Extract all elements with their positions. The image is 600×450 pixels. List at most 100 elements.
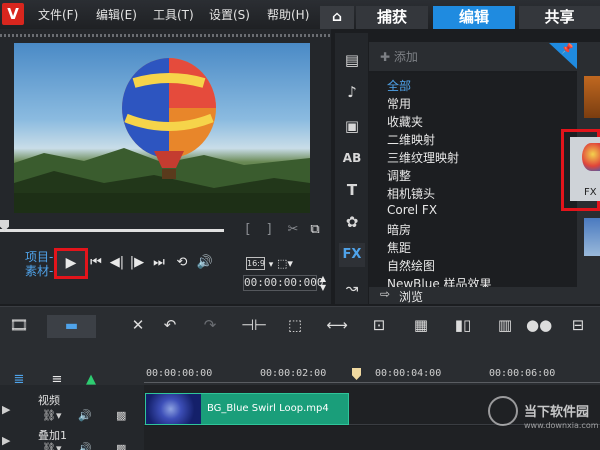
storyboard-view-icon[interactable]: 🎞 (8, 316, 30, 334)
clip-mode-label[interactable]: 素材- (25, 262, 53, 279)
category-item[interactable]: 二维映射 (387, 131, 435, 148)
tab-home[interactable]: ⌂ (320, 6, 354, 29)
menu-settings[interactable]: 设置(S) (209, 6, 250, 23)
preview-window[interactable] (14, 43, 310, 213)
crop-icon[interactable]: ⬚▾ (276, 254, 294, 274)
subtitle-editor-icon[interactable]: ▥ (494, 316, 516, 334)
watermark-text: 当下软件园 (524, 405, 590, 420)
track-name: 叠加1 (38, 429, 67, 442)
volume-icon[interactable]: 🔊 (196, 253, 214, 273)
title-icon[interactable]: T (339, 178, 365, 202)
category-item[interactable]: 收藏夹 (387, 113, 423, 130)
ruler-label: 00:00:00:00 (146, 368, 213, 379)
end-icon[interactable]: ⏭ (152, 253, 166, 273)
add-label: 添加 (393, 50, 418, 64)
home-icon: ⌂ (331, 9, 343, 25)
track-name: 视频 (38, 394, 60, 407)
browse-label: 浏览 (399, 290, 424, 304)
category-item[interactable]: 常用 (387, 95, 411, 112)
transition-icon[interactable]: AB (339, 146, 365, 170)
aspect-ratio-button[interactable]: 16:9 (246, 257, 265, 270)
category-item[interactable]: 暗房 (387, 221, 411, 238)
track-manager-icon[interactable]: ⊡ (368, 316, 390, 334)
category-item[interactable]: 全部 (387, 77, 411, 94)
next-frame-icon[interactable]: |▶ (129, 253, 145, 273)
tools-icon[interactable]: ✕ (127, 316, 149, 334)
timeline-view-icon: ▬ (64, 318, 79, 334)
category-item[interactable]: Corel FX (387, 203, 437, 217)
enlarge-preview-icon[interactable]: ⧉ (307, 220, 323, 240)
record-capture-icon[interactable]: ⊣⊢ (241, 316, 267, 334)
effect-thumbnail-label: FX (584, 187, 597, 198)
preview-frame (14, 58, 310, 213)
multi-camera-icon[interactable]: ▦ (410, 316, 432, 334)
media-icon[interactable]: ▤ (339, 48, 365, 72)
aspect-dropdown-icon[interactable]: ▾ (266, 255, 276, 275)
fx-icon[interactable]: FX (339, 243, 365, 267)
category-item[interactable]: 相机镜头 (387, 185, 435, 202)
menu-tools[interactable]: 工具(T) (153, 6, 194, 23)
effect-thumbnail[interactable] (584, 76, 600, 118)
graphic-icon[interactable]: ✿ (339, 210, 365, 234)
video-editor-window: V 文件(F) 编辑(E) 工具(T) 设置(S) 帮助(H) ⌂ 捕获 编辑 … (0, 0, 600, 450)
ruler-label: 00:00:02:00 (260, 368, 327, 379)
timecode-stepper[interactable]: ▲ ▼ (318, 274, 328, 292)
clip-name: BG_Blue Swirl Loop.mp4 (207, 403, 329, 414)
undo-icon[interactable]: ↶ (159, 316, 181, 334)
ruler-label: 00:00:06:00 (489, 368, 556, 379)
video-track-icon: ▶ (2, 403, 11, 416)
play-button[interactable]: ▶ (54, 248, 88, 279)
repeat-icon[interactable]: ⟲ (173, 253, 191, 273)
previous-frame-icon[interactable]: ◀| (109, 253, 125, 273)
tab-capture[interactable]: 捕获 (356, 6, 428, 29)
panel-grip[interactable] (0, 34, 331, 37)
category-item[interactable]: 调整 (387, 167, 411, 184)
category-item[interactable]: 三维纹理映射 (387, 149, 459, 166)
track-grid-icon[interactable]: ▩ (116, 442, 126, 450)
clip-thumbnail (146, 394, 201, 424)
track-volume-icon[interactable]: 🔊 (78, 409, 92, 422)
scrub-bar[interactable] (0, 229, 224, 232)
play-icon: ▶ (65, 255, 77, 271)
watermark-logo (488, 396, 518, 426)
motion-tracking-icon[interactable]: ●● (526, 316, 552, 334)
add-button[interactable]: ✚ 添加 (380, 48, 418, 65)
menu-help[interactable]: 帮助(H) (267, 6, 309, 23)
category-item[interactable]: NewBlue 样品效果 (387, 275, 492, 287)
instant-project-icon[interactable]: ▣ (339, 114, 365, 138)
browse-icon: ⇨ (380, 287, 391, 301)
overlay-track-icon: ▶ (2, 434, 11, 447)
pin-icon: 📌 (561, 44, 574, 55)
category-item[interactable]: 焦距 (387, 239, 411, 256)
effect-thumbnail[interactable] (584, 218, 600, 256)
track-volume-icon[interactable]: 🔊 (78, 442, 92, 450)
app-logo: V (2, 3, 24, 25)
timecode-display[interactable]: 00:00:00:000 (243, 275, 323, 291)
home-start-icon[interactable]: ⏮ (89, 253, 103, 273)
link-icon[interactable]: ⛓▾ (42, 442, 62, 450)
fit-project-icon[interactable]: ⬚ (284, 316, 306, 334)
title-editor-icon[interactable]: ⊟ (567, 316, 589, 334)
mark-out-icon[interactable]: ] (262, 220, 276, 240)
audio-mixer-icon[interactable]: ▮▯ (452, 316, 474, 334)
category-list: 全部 常用 收藏夹 二维映射 三维纹理映射 调整 相机镜头 Corel FX 暗… (369, 73, 577, 287)
link-icon[interactable]: ⛓▾ (42, 409, 62, 422)
track-grid-icon[interactable]: ▩ (116, 409, 126, 422)
zoom-icon[interactable]: ⟷ (326, 316, 348, 334)
timeline-ruler[interactable] (144, 382, 600, 383)
path-icon[interactable]: ↝ (339, 276, 365, 300)
watermark-url: www.downxia.com (524, 421, 599, 430)
audio-icon[interactable]: ♪ (339, 80, 365, 104)
balloon-thumbnail-icon (582, 143, 600, 171)
menu-file[interactable]: 文件(F) (38, 6, 78, 23)
mark-in-icon[interactable]: [ (241, 220, 255, 240)
menu-edit[interactable]: 编辑(E) (96, 6, 137, 23)
redo-icon[interactable]: ↷ (199, 316, 221, 334)
ruler-label: 00:00:04:00 (375, 368, 442, 379)
tab-edit[interactable]: 编辑 (433, 6, 515, 29)
timeline-view-button[interactable]: ▬ (47, 315, 96, 338)
split-clip-icon[interactable]: ✂ (285, 220, 301, 240)
plus-icon: ✚ (380, 50, 394, 64)
category-item[interactable]: 自然绘图 (387, 257, 435, 274)
tab-share[interactable]: 共享 (519, 6, 600, 29)
